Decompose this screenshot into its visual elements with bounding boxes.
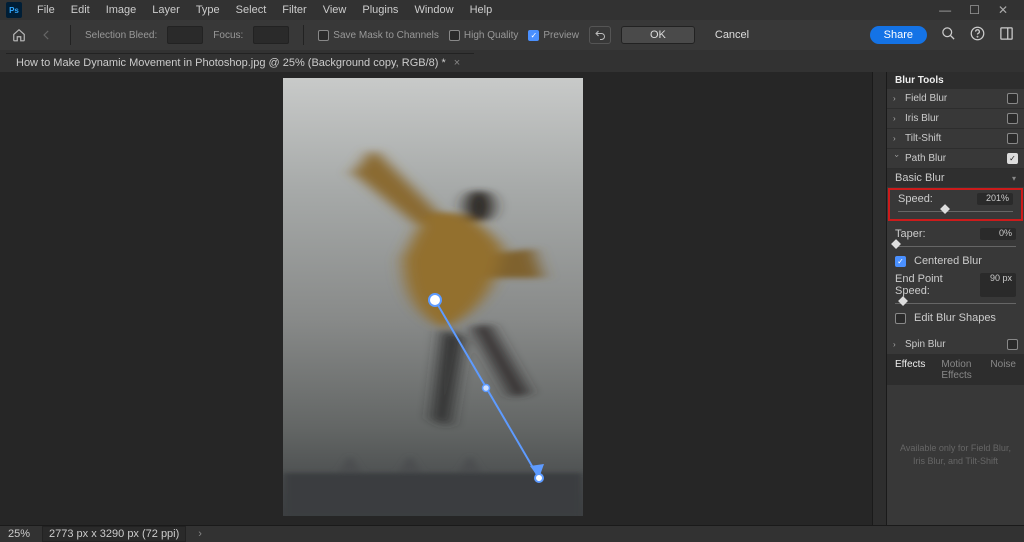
high-quality-checkbox[interactable]: High Quality [449,30,518,41]
field-blur-toggle[interactable] [1007,93,1018,104]
spin-blur-row[interactable]: › Spin Blur [887,335,1024,355]
back-arrow-icon[interactable] [38,26,56,44]
menu-select[interactable]: Select [229,2,274,18]
tilt-shift-toggle[interactable] [1007,133,1018,144]
preview-checkbox[interactable]: Preview [528,30,579,41]
menu-window[interactable]: Window [407,2,460,18]
speed-slider[interactable] [898,207,1013,217]
menu-plugins[interactable]: Plugins [355,2,405,18]
field-blur-row[interactable]: › Field Blur [887,89,1024,109]
selection-bleed-field[interactable] [167,26,203,44]
spin-blur-toggle[interactable] [1007,339,1018,350]
edit-blur-shapes-checkbox[interactable]: Edit Blur Shapes [887,309,1024,327]
home-icon[interactable] [10,26,28,44]
end-point-speed-label: End Point Speed: [895,273,980,297]
end-point-speed-slider[interactable] [895,299,1016,309]
vertical-scrollbar[interactable] [872,72,886,525]
tab-motion-effects[interactable]: Motion Effects [933,355,982,385]
basic-blur-dropdown[interactable]: Basic Blur ▾ [887,169,1024,187]
tab-noise[interactable]: Noise [982,355,1024,385]
panel-title: Blur Tools [887,72,1024,89]
chevron-right-icon[interactable]: › [198,528,202,540]
window-minimize-icon[interactable]: — [939,3,951,17]
chevron-right-icon: › [893,134,901,143]
chevron-down-icon: › [893,155,902,163]
menu-layer[interactable]: Layer [145,2,187,18]
speed-value[interactable]: 201% [977,193,1013,205]
document-tab-title: How to Make Dynamic Movement in Photosho… [16,57,446,69]
help-icon[interactable] [970,26,985,44]
search-icon[interactable] [941,26,956,44]
window-maximize-icon[interactable]: ☐ [969,3,980,17]
options-bar: Selection Bleed: Focus: Save Mask to Cha… [0,20,1024,50]
save-mask-checkbox[interactable]: Save Mask to Channels [318,30,439,41]
menu-view[interactable]: View [316,2,354,18]
ok-button[interactable]: OK [621,26,695,44]
document-canvas[interactable] [283,78,583,516]
menu-file[interactable]: File [30,2,62,18]
menu-image[interactable]: Image [99,2,144,18]
app-logo: Ps [6,2,22,18]
taper-slider[interactable] [895,242,1016,252]
menu-filter[interactable]: Filter [275,2,313,18]
taper-value[interactable]: 0% [980,228,1016,240]
chevron-down-icon: ▾ [1012,174,1016,183]
close-tab-icon[interactable]: × [454,57,460,69]
centered-blur-checkbox[interactable]: Centered Blur [887,252,1024,270]
chevron-right-icon: › [893,94,901,103]
focus-field[interactable] [253,26,289,44]
menu-help[interactable]: Help [463,2,500,18]
reset-icon[interactable] [589,26,611,44]
iris-blur-toggle[interactable] [1007,113,1018,124]
document-tab[interactable]: How to Make Dynamic Movement in Photosho… [6,53,474,72]
workspace-switcher-icon[interactable] [999,26,1014,44]
canvas-artwork [283,78,583,516]
status-bar: 25% 2773 px x 3290 px (72 ppi) › [0,525,1024,541]
chevron-right-icon: › [893,114,901,123]
blur-tools-panel: Blur Tools › Field Blur › Iris Blur › Ti… [886,72,1024,525]
iris-blur-row[interactable]: › Iris Blur [887,109,1024,129]
document-info[interactable]: 2773 px x 3290 px (72 ppi) [42,526,186,542]
path-blur-row[interactable]: › Path Blur [887,149,1024,169]
zoom-level[interactable]: 25% [8,528,30,540]
cancel-button[interactable]: Cancel [705,27,759,43]
menu-edit[interactable]: Edit [64,2,97,18]
canvas-area[interactable] [0,72,872,525]
focus-label: Focus: [213,30,243,41]
menu-bar: Ps File Edit Image Layer Type Select Fil… [0,0,1024,20]
tab-effects[interactable]: Effects [887,355,933,385]
share-button[interactable]: Share [870,26,927,44]
effects-placeholder: Available only for Field Blur, Iris Blur… [887,385,1024,525]
menu-type[interactable]: Type [189,2,227,18]
tilt-shift-row[interactable]: › Tilt-Shift [887,129,1024,149]
document-tab-bar: How to Make Dynamic Movement in Photosho… [0,50,1024,72]
speed-highlight-box: Speed: 201% [888,188,1023,221]
taper-label: Taper: [895,228,926,240]
end-point-speed-value[interactable]: 90 px [980,273,1016,297]
window-close-icon[interactable]: ✕ [998,3,1008,17]
chevron-right-icon: › [893,340,901,349]
path-blur-toggle[interactable] [1007,153,1018,164]
speed-label: Speed: [898,193,933,205]
effects-tabs: Effects Motion Effects Noise [887,355,1024,385]
selection-bleed-label: Selection Bleed: [85,30,157,41]
